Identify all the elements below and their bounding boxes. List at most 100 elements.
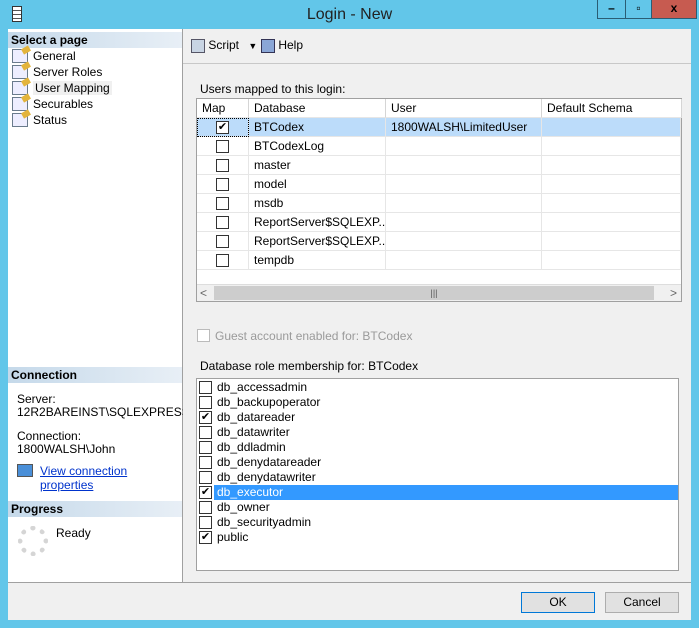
users-mapping-grid[interactable]: Map Database User Default Schema ✔ BTCodex 180… [196,98,682,302]
schema-cell[interactable] [542,118,681,137]
map-cell [197,156,249,175]
page-label: Securables [33,97,94,111]
schema-cell[interactable] [542,137,681,156]
schema-cell[interactable] [542,251,681,270]
role-item[interactable]: db_ddladmin [197,440,678,455]
map-checkbox[interactable] [216,235,229,248]
user-cell[interactable]: 1800WALSH\LimitedUser [386,118,542,137]
database-cell: BTCodexLog [249,137,386,156]
view-connection-properties-link[interactable]: View connection properties [40,464,182,492]
maximize-button[interactable]: ▫ [625,0,652,19]
map-checkbox[interactable]: ✔ [216,121,229,134]
role-checkbox[interactable] [199,456,212,469]
role-item[interactable]: db_denydatawriter [197,470,678,485]
map-cell [197,251,249,270]
maximize-icon: ▫ [636,1,641,15]
role-checkbox[interactable] [199,441,212,454]
progress-status: Ready [56,526,91,540]
role-name: db_owner [217,500,270,514]
user-cell[interactable] [386,137,542,156]
schema-cell[interactable] [542,156,681,175]
ok-button[interactable]: OK [521,592,595,613]
page-securables[interactable]: Securables [12,96,93,112]
select-page-header: Select a page [8,32,182,48]
schema-cell[interactable] [542,194,681,213]
schema-cell[interactable] [542,175,681,194]
script-button[interactable]: Script ▼ [191,38,257,53]
help-icon [261,38,275,53]
user-cell[interactable] [386,232,542,251]
map-checkbox[interactable] [216,197,229,210]
role-checkbox[interactable] [199,471,212,484]
role-checkbox[interactable] [199,516,212,529]
role-name: db_executor [214,485,678,500]
map-checkbox[interactable] [216,216,229,229]
role-item[interactable]: db_owner [197,500,678,515]
user-cell[interactable] [386,194,542,213]
user-cell[interactable] [386,213,542,232]
role-checkbox[interactable] [199,426,212,439]
scrollbar-thumb[interactable]: ||| [214,286,654,300]
map-checkbox[interactable] [216,159,229,172]
cancel-button[interactable]: Cancel [605,592,679,613]
schema-cell[interactable] [542,213,681,232]
user-cell[interactable] [386,156,542,175]
page-status[interactable]: Status [12,112,67,128]
help-button[interactable]: Help [261,38,303,53]
table-row[interactable]: ✔ BTCodex 1800WALSH\LimitedUser [197,118,681,137]
column-header[interactable]: Default Schema [542,99,682,118]
map-checkbox[interactable] [216,140,229,153]
dropdown-arrow-icon[interactable]: ▼ [248,41,257,51]
role-name: db_datareader [217,410,296,424]
role-checkbox[interactable]: ✔ [199,531,212,544]
database-cell: model [249,175,386,194]
column-header[interactable]: User [386,99,542,118]
schema-cell[interactable] [542,232,681,251]
role-item[interactable]: db_datawriter [197,425,678,440]
scroll-left-icon[interactable]: < [200,286,207,300]
role-checkbox[interactable] [199,501,212,514]
role-membership-list[interactable]: db_accessadmin db_backupoperator ✔ db_datar… [196,378,679,571]
role-checkbox[interactable]: ✔ [199,486,212,499]
database-cell: BTCodex [249,118,386,137]
role-item[interactable]: db_accessadmin [197,380,678,395]
table-row[interactable]: master [197,156,681,175]
left-pane: Select a page General Server Roles User Ma… [8,29,190,582]
close-button[interactable]: x [651,0,697,19]
scroll-right-icon[interactable]: > [670,286,677,300]
role-item[interactable]: ✔ db_datareader [197,410,678,425]
table-row[interactable]: ReportServer$SQLEXP... [197,232,681,251]
script-icon [191,38,205,53]
role-item[interactable]: db_denydatareader [197,455,678,470]
role-checkbox[interactable] [199,396,212,409]
minimize-button[interactable]: – [597,0,626,19]
help-label: Help [278,38,304,52]
column-header[interactable]: Map [197,99,249,118]
role-item[interactable]: ✔ db_executor [197,485,678,500]
role-item[interactable]: db_securityadmin [197,515,678,530]
role-name: db_denydatawriter [217,470,316,484]
role-membership-label: Database role membership for: BTCodex [200,359,419,373]
map-checkbox[interactable] [216,254,229,267]
page-general[interactable]: General [12,48,76,64]
table-row[interactable]: ReportServer$SQLEXP... [197,213,681,232]
map-checkbox[interactable] [216,178,229,191]
role-checkbox[interactable]: ✔ [199,411,212,424]
guest-account-label: Guest account enabled for: BTCodex [215,329,413,343]
role-item[interactable]: ✔ public [197,530,678,545]
horizontal-scrollbar[interactable]: < ||| > [197,284,681,301]
role-checkbox[interactable] [199,381,212,394]
role-name: db_denydatareader [217,455,322,469]
table-row[interactable]: msdb [197,194,681,213]
user-cell[interactable] [386,175,542,194]
table-row[interactable]: model [197,175,681,194]
guest-account-checkbox[interactable] [197,329,210,342]
page-label: User Mapping [33,81,112,95]
table-row[interactable]: BTCodexLog [197,137,681,156]
table-row[interactable]: tempdb [197,251,681,270]
role-item[interactable]: db_backupoperator [197,395,678,410]
map-cell [197,213,249,232]
user-cell[interactable] [386,251,542,270]
page-label: Server Roles [33,65,103,79]
column-header[interactable]: Database [249,99,386,118]
